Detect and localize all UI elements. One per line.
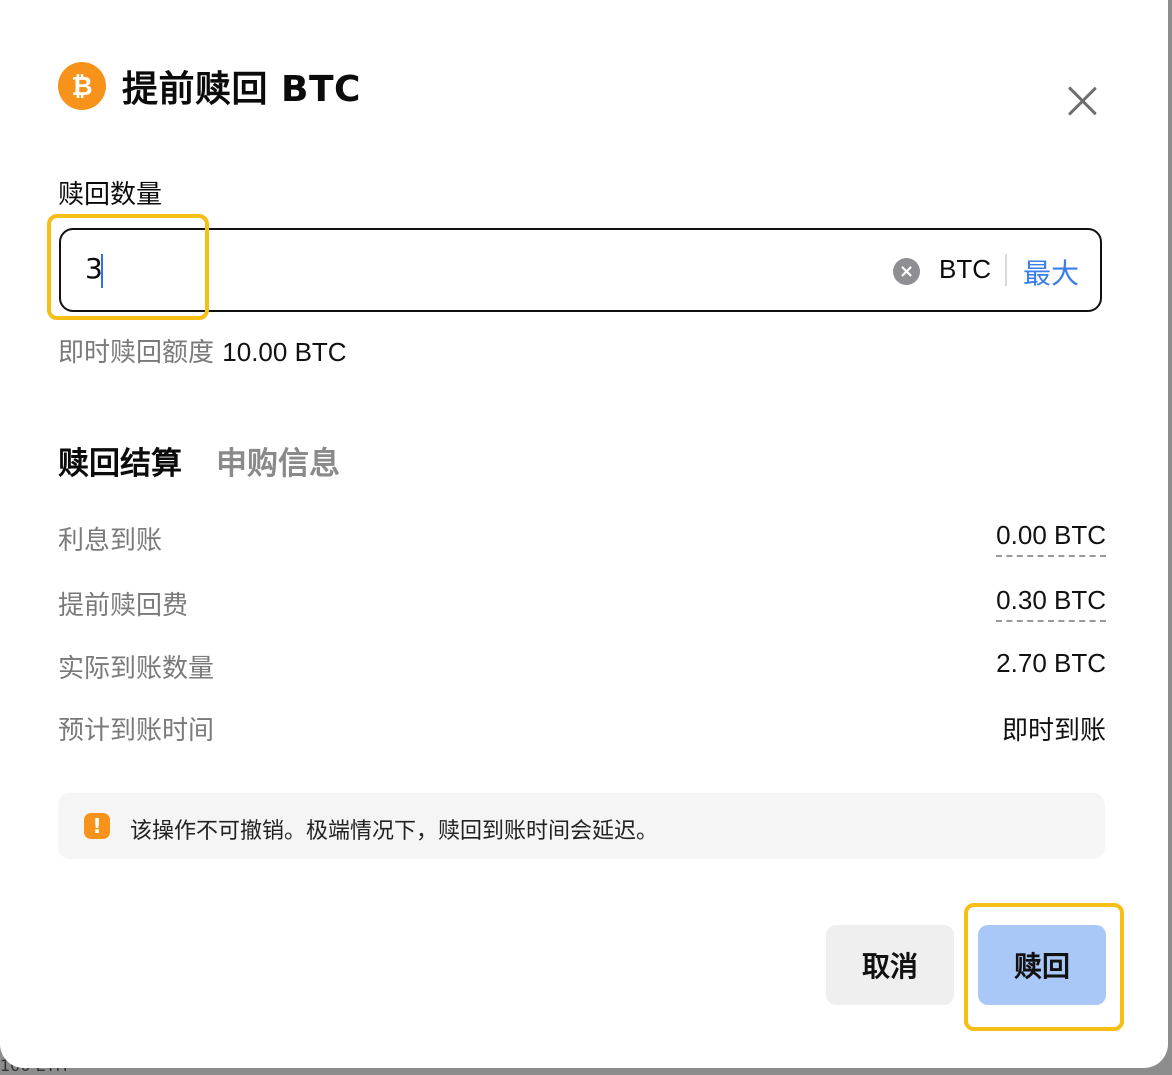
instant-quota: 即时赎回额度 10.00 BTC [58, 332, 347, 369]
amount-highlight-box [47, 214, 209, 320]
instant-quota-value: 10.00 BTC [222, 337, 347, 367]
settlement-row-actual: 实际到账数量 2.70 BTC [58, 648, 1106, 688]
tab-redeem-settlement[interactable]: 赎回结算 [58, 438, 182, 483]
settlement-value: 2.70 BTC [996, 648, 1106, 678]
redeem-highlight-box [964, 903, 1124, 1031]
max-button[interactable]: 最大 [1023, 252, 1079, 292]
info-tabs: 赎回结算 申购信息 [58, 438, 340, 483]
bitcoin-icon: ₿ [58, 62, 106, 110]
redeem-dialog: ₿ 提前赎回 BTC 赎回数量 3 × BTC 最大 即时赎回额度 10.00 … [0, 0, 1168, 1068]
settlement-label: 预计到账时间 [58, 716, 215, 746]
amount-input[interactable]: 3 × BTC 最大 [59, 228, 1102, 312]
unit-divider [1005, 254, 1007, 286]
dialog-header: ₿ 提前赎回 BTC [58, 60, 361, 112]
warning-icon: ! [84, 813, 110, 839]
warning-text: 该操作不可撤销。极端情况下，赎回到账时间会延迟。 [130, 819, 659, 844]
close-icon[interactable] [1063, 82, 1101, 120]
clear-icon[interactable]: × [893, 258, 920, 285]
settlement-label: 实际到账数量 [58, 654, 215, 684]
settlement-value[interactable]: 0.30 BTC [996, 585, 1106, 622]
settlement-value: 即时到账 [1001, 715, 1106, 745]
amount-unit: BTC [939, 254, 991, 284]
tab-subscription-info[interactable]: 申购信息 [216, 438, 340, 483]
settlement-label: 利息到账 [58, 526, 163, 556]
cancel-button[interactable]: 取消 [826, 925, 954, 1005]
settlement-value[interactable]: 0.00 BTC [996, 520, 1106, 557]
amount-label: 赎回数量 [58, 180, 163, 210]
instant-quota-label: 即时赎回额度 [58, 338, 215, 368]
settlement-row-fee: 提前赎回费 0.30 BTC [58, 585, 1106, 625]
settlement-row-interest: 利息到账 0.00 BTC [58, 520, 1106, 560]
settlement-label: 提前赎回费 [58, 591, 189, 621]
warning-notice: ! 该操作不可撤销。极端情况下，赎回到账时间会延迟。 [58, 793, 1105, 859]
settlement-row-time: 预计到账时间 即时到账 [58, 710, 1106, 750]
dialog-title: 提前赎回 BTC [122, 69, 361, 110]
